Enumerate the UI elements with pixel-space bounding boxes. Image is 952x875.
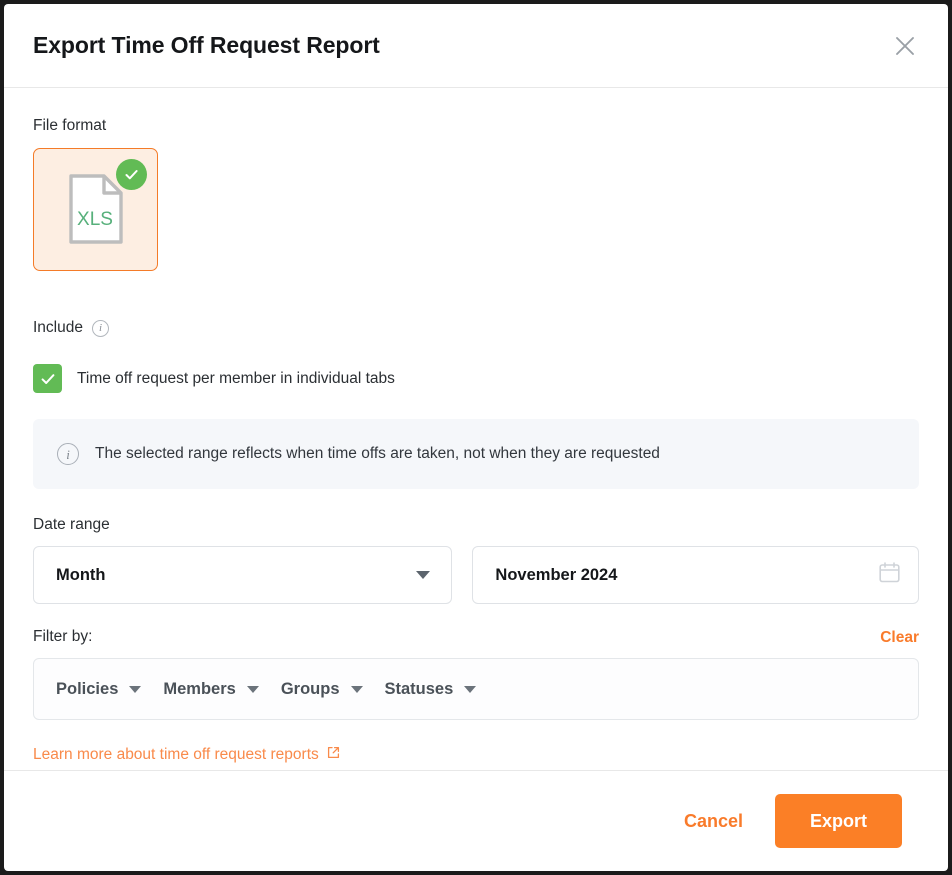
cancel-button[interactable]: Cancel [678,803,749,840]
page-title: Export Time Off Request Report [33,32,380,58]
checkbox-checked-icon [33,364,62,393]
info-icon[interactable]: i [91,319,109,337]
close-button[interactable] [888,29,922,63]
include-label: Include [33,319,83,336]
dialog-footer: Cancel Export [4,770,948,871]
chevron-down-icon [464,685,477,693]
date-picker-value: November 2024 [495,565,618,584]
filter-by-label: Filter by: [33,628,93,645]
selected-check-badge [116,159,147,190]
chevron-down-icon [350,685,363,693]
filter-chip-label: Groups [280,679,340,698]
file-format-label: File format [33,117,107,134]
file-format-option-xls[interactable]: XLS [33,148,158,271]
xls-document-icon: XLS [68,173,124,250]
dialog-body: File format XLS Include i Time off reque… [4,88,948,770]
filter-chip-groups[interactable]: Groups [281,680,363,699]
filter-bar: Policies Members Groups Statuses [33,658,919,720]
filter-header: Filter by: Clear [33,627,919,647]
svg-text:XLS: XLS [77,209,113,230]
calendar-icon [878,561,901,589]
filter-chip-statuses[interactable]: Statuses [385,680,477,699]
period-select[interactable]: Month [33,546,453,604]
filter-chip-label: Statuses [384,679,454,698]
dialog-header: Export Time Off Request Report [4,4,948,88]
filter-chip-label: Policies [56,679,119,698]
period-select-value: Month [56,565,106,584]
date-range-controls: Month November 2024 [33,546,919,604]
close-icon [893,34,917,58]
date-picker[interactable]: November 2024 [472,546,919,604]
chevron-down-icon [129,685,142,693]
learn-more-link[interactable]: Learn more about time off request report… [33,746,340,764]
export-button[interactable]: Export [775,794,902,848]
chevron-down-icon [416,571,431,579]
date-range-label: Date range [33,516,110,533]
filter-chip-policies[interactable]: Policies [56,679,142,699]
banner-info-icon: i [57,443,79,465]
external-link-icon [327,746,340,764]
include-section-header: Include i [33,318,919,338]
checkbox-label: Time off request per member in individua… [77,369,395,387]
export-report-dialog: Export Time Off Request Report File form… [4,4,948,871]
filter-chip-label: Members [163,679,236,698]
info-banner: i The selected range reflects when time … [33,419,919,489]
learn-more-label: Learn more about time off request report… [33,746,319,763]
banner-text: The selected range reflects when time of… [95,445,660,462]
include-individual-tabs-checkbox[interactable]: Time off request per member in individua… [33,364,919,393]
filter-chip-members[interactable]: Members [163,679,259,699]
chevron-down-icon [246,685,259,693]
clear-filters-button[interactable]: Clear [880,629,919,647]
